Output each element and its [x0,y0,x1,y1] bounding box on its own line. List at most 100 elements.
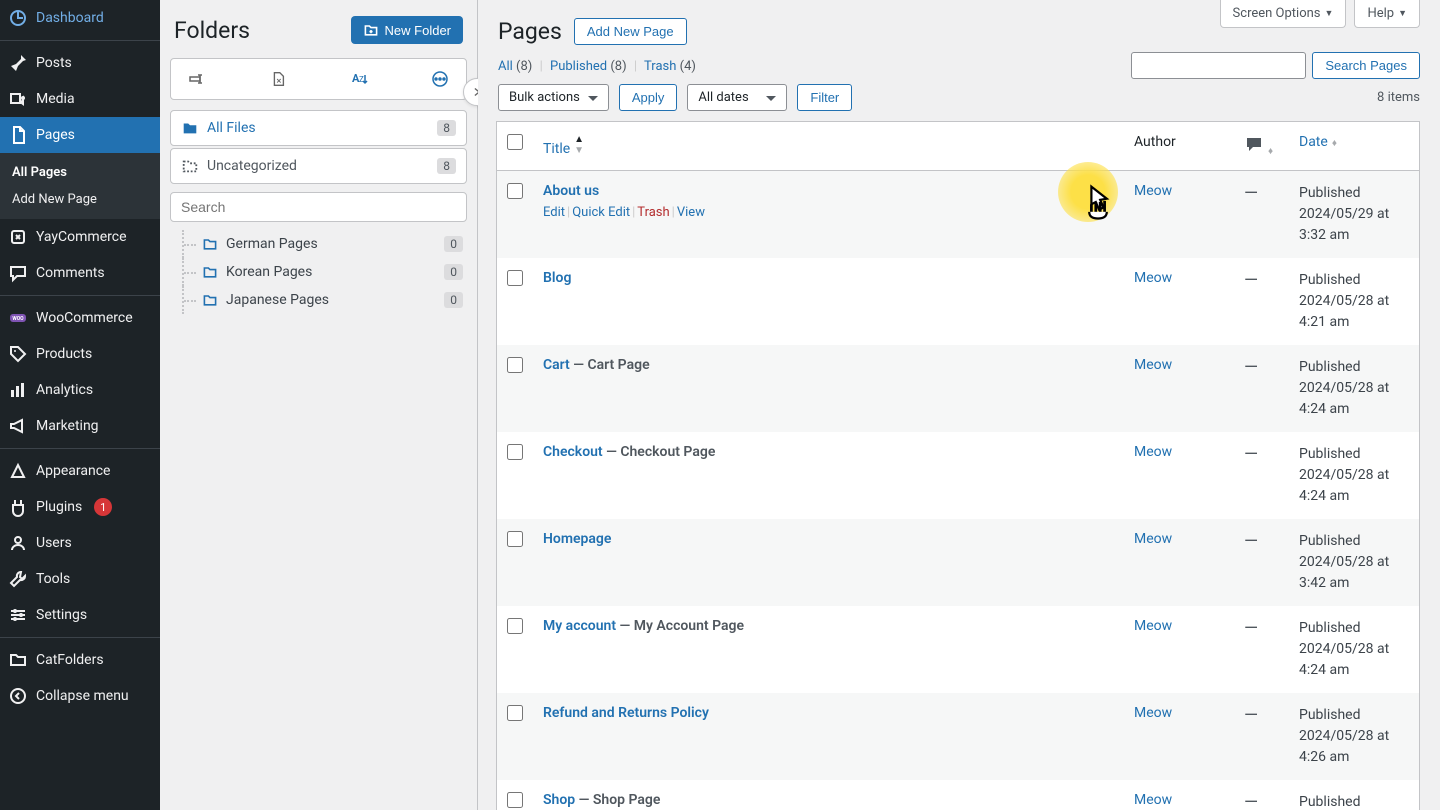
tablenav-left: Bulk actions Apply All dates Filter [498,84,852,111]
menu-analytics[interactable]: Analytics [0,372,160,408]
row-checkbox[interactable] [507,270,523,286]
folder-tree-item[interactable]: Japanese Pages0 [182,286,467,314]
row-checkbox[interactable] [507,618,523,634]
filter-trash[interactable]: Trash [644,59,676,74]
action-trash[interactable]: Trash [637,205,669,220]
menu-plugins[interactable]: Plugins1 [0,489,160,525]
menu-products[interactable]: Products [0,336,160,372]
author-link[interactable]: Meow [1134,183,1172,199]
add-new-page-button[interactable]: Add New Page [574,18,687,45]
author-link[interactable]: Meow [1134,531,1172,547]
pages-table: Title▲▼ Author ♦ Date♦ About usEdit|Quic… [496,121,1420,810]
page-title-link[interactable]: About us [543,183,599,199]
row-checkbox[interactable] [507,444,523,460]
date-status: Published [1299,620,1360,636]
tab-label: Screen Options [1233,6,1321,21]
tab-label: Help [1367,6,1394,21]
select-all-checkbox[interactable] [507,134,523,150]
author-link[interactable]: Meow [1134,444,1172,460]
page-title-link[interactable]: Blog [543,270,571,286]
search-pages-input[interactable] [1131,52,1306,79]
page-title-link[interactable]: Checkout [543,444,603,460]
menu-label: Analytics [36,382,93,398]
page-title-link[interactable]: Refund and Returns Policy [543,705,709,721]
author-link[interactable]: Meow [1134,792,1172,808]
filter-all[interactable]: All [498,59,513,74]
submenu-all-pages[interactable]: All Pages [0,159,160,186]
menu-appearance[interactable]: Appearance [0,453,160,489]
svg-text:Z: Z [359,75,364,84]
row-checkbox[interactable] [507,357,523,373]
menu-label: Comments [36,265,105,281]
folder-uncategorized[interactable]: Uncategorized 8 [170,148,467,184]
folders-panel: Folders New Folder AZ All Files 8 Uncate… [160,0,478,810]
folder-tree-item[interactable]: Korean Pages0 [182,258,467,286]
page-title-link[interactable]: My account [543,618,616,634]
author-link[interactable]: Meow [1134,357,1172,373]
menu-pages[interactable]: Pages [0,117,160,153]
help-tab[interactable]: Help ▼ [1354,0,1420,28]
more-icon[interactable] [430,69,450,89]
folder-label: All Files [207,120,429,136]
megaphone-icon [8,416,28,436]
action-view[interactable]: View [677,205,705,220]
menu-media[interactable]: Media [0,81,160,117]
menu-dashboard[interactable]: Dashboard [0,0,160,36]
row-checkbox[interactable] [507,792,523,808]
menu-users[interactable]: Users [0,525,160,561]
page-title-link[interactable]: Cart [543,357,570,373]
table-row: Blog Meow — Published2024/05/28 at 4:21 … [497,258,1419,345]
date-time: 2024/05/28 at 4:24 am [1299,641,1389,678]
folder-count: 0 [444,292,463,308]
author-link[interactable]: Meow [1134,270,1172,286]
page-title-link[interactable]: Shop [543,792,575,808]
menu-collapse[interactable]: Collapse menu [0,678,160,714]
author-link[interactable]: Meow [1134,618,1172,634]
filter-published[interactable]: Published [550,59,607,74]
menu-label: Dashboard [36,10,104,26]
menu-label: CatFolders [36,652,104,668]
delete-icon[interactable] [268,69,288,89]
th-date[interactable]: Date♦ [1289,122,1419,171]
folder-plus-icon [363,22,379,38]
bulk-actions-select[interactable]: Bulk actions [498,84,609,111]
menu-posts[interactable]: Posts [0,45,160,81]
folder-icon [202,292,218,308]
menu-catfolders[interactable]: CatFolders [0,642,160,678]
menu-tools[interactable]: Tools [0,561,160,597]
folder-tree-item[interactable]: German Pages0 [182,230,467,258]
row-checkbox[interactable] [507,531,523,547]
search-pages-button[interactable]: Search Pages [1312,52,1420,79]
screen-options-tab[interactable]: Screen Options ▼ [1220,0,1347,28]
date-filter-select[interactable]: All dates [687,84,787,111]
folders-header: Folders New Folder [170,12,467,44]
folder-icon [181,119,199,137]
folder-all-files[interactable]: All Files 8 [170,110,467,146]
menu-label: Pages [36,127,75,143]
folder-search-input[interactable] [170,192,467,222]
menu-yaycommerce[interactable]: YayCommerce [0,219,160,255]
menu-woocommerce[interactable]: WOOWooCommerce [0,300,160,336]
submenu-add-page[interactable]: Add New Page [0,186,160,213]
sort-icon[interactable]: AZ [349,69,369,89]
action-edit[interactable]: Edit [543,205,565,220]
row-checkbox[interactable] [507,183,523,199]
date-status: Published [1299,185,1360,201]
table-row: My account — My Account Page Meow — Publ… [497,606,1419,693]
th-title[interactable]: Title▲▼ [533,122,1124,171]
rename-icon[interactable] [187,69,207,89]
apply-button[interactable]: Apply [619,84,678,111]
yay-icon [8,227,28,247]
author-link[interactable]: Meow [1134,705,1172,721]
menu-comments[interactable]: Comments [0,255,160,291]
menu-settings[interactable]: Settings [0,597,160,633]
date-status: Published [1299,359,1360,375]
filter-button[interactable]: Filter [797,84,852,111]
plugins-icon [8,497,28,517]
th-comments[interactable]: ♦ [1234,122,1289,171]
action-quick-edit[interactable]: Quick Edit [572,205,630,220]
menu-marketing[interactable]: Marketing [0,408,160,444]
new-folder-button[interactable]: New Folder [351,16,463,44]
page-title-link[interactable]: Homepage [543,531,611,547]
row-checkbox[interactable] [507,705,523,721]
